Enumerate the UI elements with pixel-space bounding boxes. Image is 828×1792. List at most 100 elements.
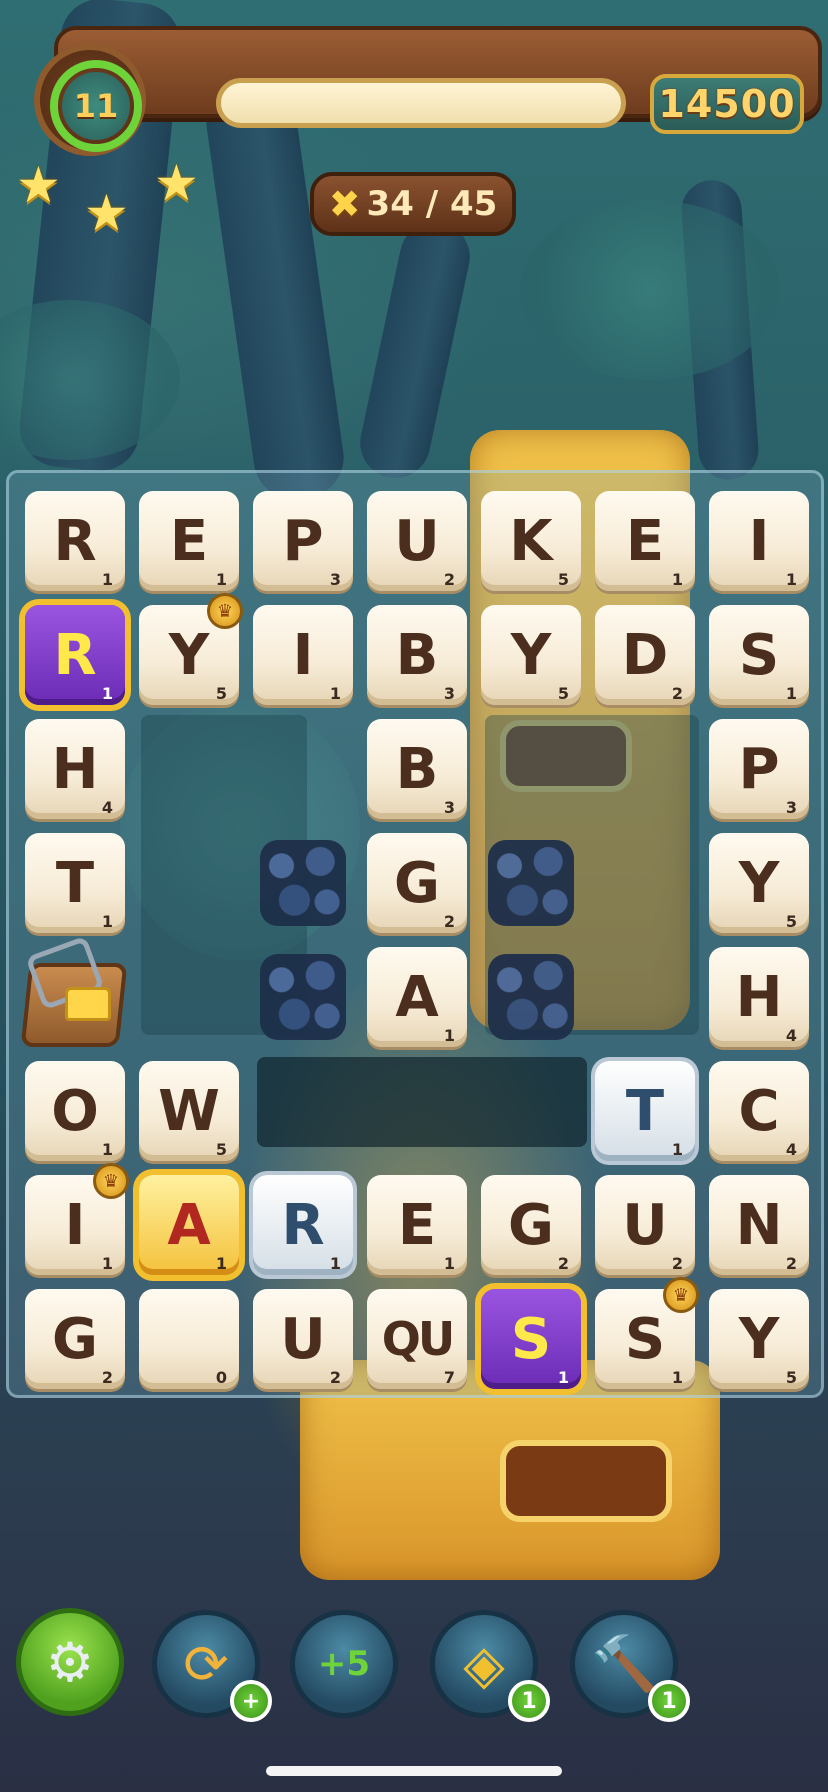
- score-value: 14500: [658, 82, 796, 126]
- plus-five-moves-icon: +5: [317, 1644, 371, 1684]
- letter-tile[interactable]: K5: [481, 491, 581, 591]
- tile-points: 1: [329, 1254, 341, 1273]
- tile-points: 3: [443, 684, 455, 703]
- swap-tile-icon: ◈: [463, 1632, 505, 1696]
- letter-tile[interactable]: E1: [595, 491, 695, 591]
- moves-counter: ✖ 34 / 45: [310, 172, 516, 236]
- crown-icon: ♛: [93, 1163, 129, 1199]
- settings-button[interactable]: ⚙: [16, 1608, 124, 1716]
- letter-tile[interactable]: I1: [253, 605, 353, 705]
- letter-tile[interactable]: R1: [25, 491, 125, 591]
- letter-tile[interactable]: H4: [709, 947, 809, 1047]
- tile-points: 1: [443, 1026, 455, 1045]
- letter-tile[interactable]: I1: [709, 491, 809, 591]
- tile-points: 3: [329, 570, 341, 589]
- tile-points: 1: [101, 1140, 113, 1159]
- gear-icon: ⚙: [45, 1630, 95, 1694]
- letter-tile[interactable]: R1: [25, 605, 125, 705]
- letter-tile[interactable]: P3: [709, 719, 809, 819]
- letter-tile[interactable]: Y5: [481, 605, 581, 705]
- booster-toolbar: ⚙ ⟳ + +5 ◈ 1 🔨 1: [0, 1600, 828, 1722]
- tile-points: 1: [557, 1368, 569, 1387]
- letter-tile[interactable]: 0: [139, 1289, 239, 1389]
- rock-icon: [488, 840, 574, 926]
- letter-tile[interactable]: S1: [481, 1289, 581, 1389]
- rock-icon: [488, 954, 574, 1040]
- tile-points: 5: [215, 1140, 227, 1159]
- letter-tile[interactable]: E1: [139, 491, 239, 591]
- tile-points: 5: [785, 1368, 797, 1387]
- letter-tile[interactable]: I 1 ♛: [25, 1163, 129, 1275]
- tile-points: 0: [215, 1368, 227, 1387]
- home-indicator[interactable]: [266, 1766, 562, 1776]
- cheese-icon: [65, 987, 111, 1021]
- letter-tile[interactable]: A1: [139, 1175, 239, 1275]
- letter-tile[interactable]: Y 5 ♛: [139, 593, 243, 705]
- tile-points: 2: [443, 912, 455, 931]
- letter-tile[interactable]: B3: [367, 719, 467, 819]
- letter-tile[interactable]: W5: [139, 1061, 239, 1161]
- letter-tile[interactable]: S1: [709, 605, 809, 705]
- letter-tile[interactable]: E1: [367, 1175, 467, 1275]
- letter-tile[interactable]: U2: [367, 491, 467, 591]
- letter-tile[interactable]: R1: [253, 1175, 353, 1275]
- letter-tile[interactable]: U2: [253, 1289, 353, 1389]
- letter-board: R 1 E 1 P 3 U 2 K 5 E 1 I 1 R 1 Y 5 ♛ I 1 B 3 Y 5 D 2 S 1 H 4 B 3 P 3 T 1 G 2 Y…: [6, 470, 824, 1398]
- hammer-icon: 🔨: [590, 1632, 658, 1695]
- letter-tile[interactable]: O1: [25, 1061, 125, 1161]
- letter-tile[interactable]: D2: [595, 605, 695, 705]
- letter-tile[interactable]: QU 7: [367, 1289, 467, 1389]
- board-gap: [257, 1057, 587, 1147]
- letter-tile[interactable]: B3: [367, 605, 467, 705]
- letter-tile[interactable]: C4: [709, 1061, 809, 1161]
- letter-tile[interactable]: H4: [25, 719, 125, 819]
- tile-points: 5: [557, 684, 569, 703]
- tile-points: 1: [671, 1368, 683, 1387]
- crown-icon: ♛: [663, 1277, 699, 1313]
- letter-tile[interactable]: A1: [367, 947, 467, 1047]
- stone-blocker: [481, 947, 581, 1047]
- level-number-circle: 11: [62, 72, 130, 140]
- tile-points: 2: [101, 1368, 113, 1387]
- crown-icon: ♛: [207, 593, 243, 629]
- letter-tile[interactable]: T1: [595, 1061, 695, 1161]
- tile-points: 5: [557, 570, 569, 589]
- moves-value: 34 / 45: [366, 184, 498, 224]
- letter-tile[interactable]: Y5: [709, 833, 809, 933]
- star-icon: ★: [16, 156, 61, 214]
- stone-blocker: [253, 833, 353, 933]
- letter-tile[interactable]: G2: [25, 1289, 125, 1389]
- tile-points: 3: [785, 798, 797, 817]
- tile-points: 3: [443, 798, 455, 817]
- letter-tile[interactable]: U2: [595, 1175, 695, 1275]
- star-icon: ★: [154, 154, 199, 212]
- tile-points: 5: [215, 684, 227, 703]
- letter-tile[interactable]: T1: [25, 833, 125, 933]
- hammer-count-badge: 1: [648, 1680, 690, 1722]
- tile-points: 1: [101, 684, 113, 703]
- tile-points: 1: [101, 1254, 113, 1273]
- extra-moves-booster-button[interactable]: +5: [290, 1610, 398, 1718]
- stone-blocker: [481, 833, 581, 933]
- tile-points: 2: [785, 1254, 797, 1273]
- tile-points: 2: [557, 1254, 569, 1273]
- letter-tile[interactable]: Y5: [709, 1289, 809, 1389]
- tile-points: 5: [785, 912, 797, 931]
- letter-tile[interactable]: P3: [253, 491, 353, 591]
- tile-points: 7: [443, 1368, 455, 1387]
- mousetrap-cheese-icon[interactable]: [19, 935, 129, 1053]
- tile-points: 2: [671, 684, 683, 703]
- tile-points: 1: [215, 570, 227, 589]
- stone-blocker: [253, 947, 353, 1047]
- tile-points: 1: [101, 570, 113, 589]
- tile-points: 4: [785, 1140, 797, 1159]
- letter-tile[interactable]: G2: [481, 1175, 581, 1275]
- letter-tile[interactable]: G2: [367, 833, 467, 933]
- letter-tile[interactable]: S 1 ♛: [595, 1277, 699, 1389]
- add-booster-badge[interactable]: +: [230, 1680, 272, 1722]
- letter-tile[interactable]: N2: [709, 1175, 809, 1275]
- tile-points: 1: [215, 1254, 227, 1273]
- tile-points: 1: [671, 1140, 683, 1159]
- tile-points: 1: [785, 684, 797, 703]
- tile-points: 2: [671, 1254, 683, 1273]
